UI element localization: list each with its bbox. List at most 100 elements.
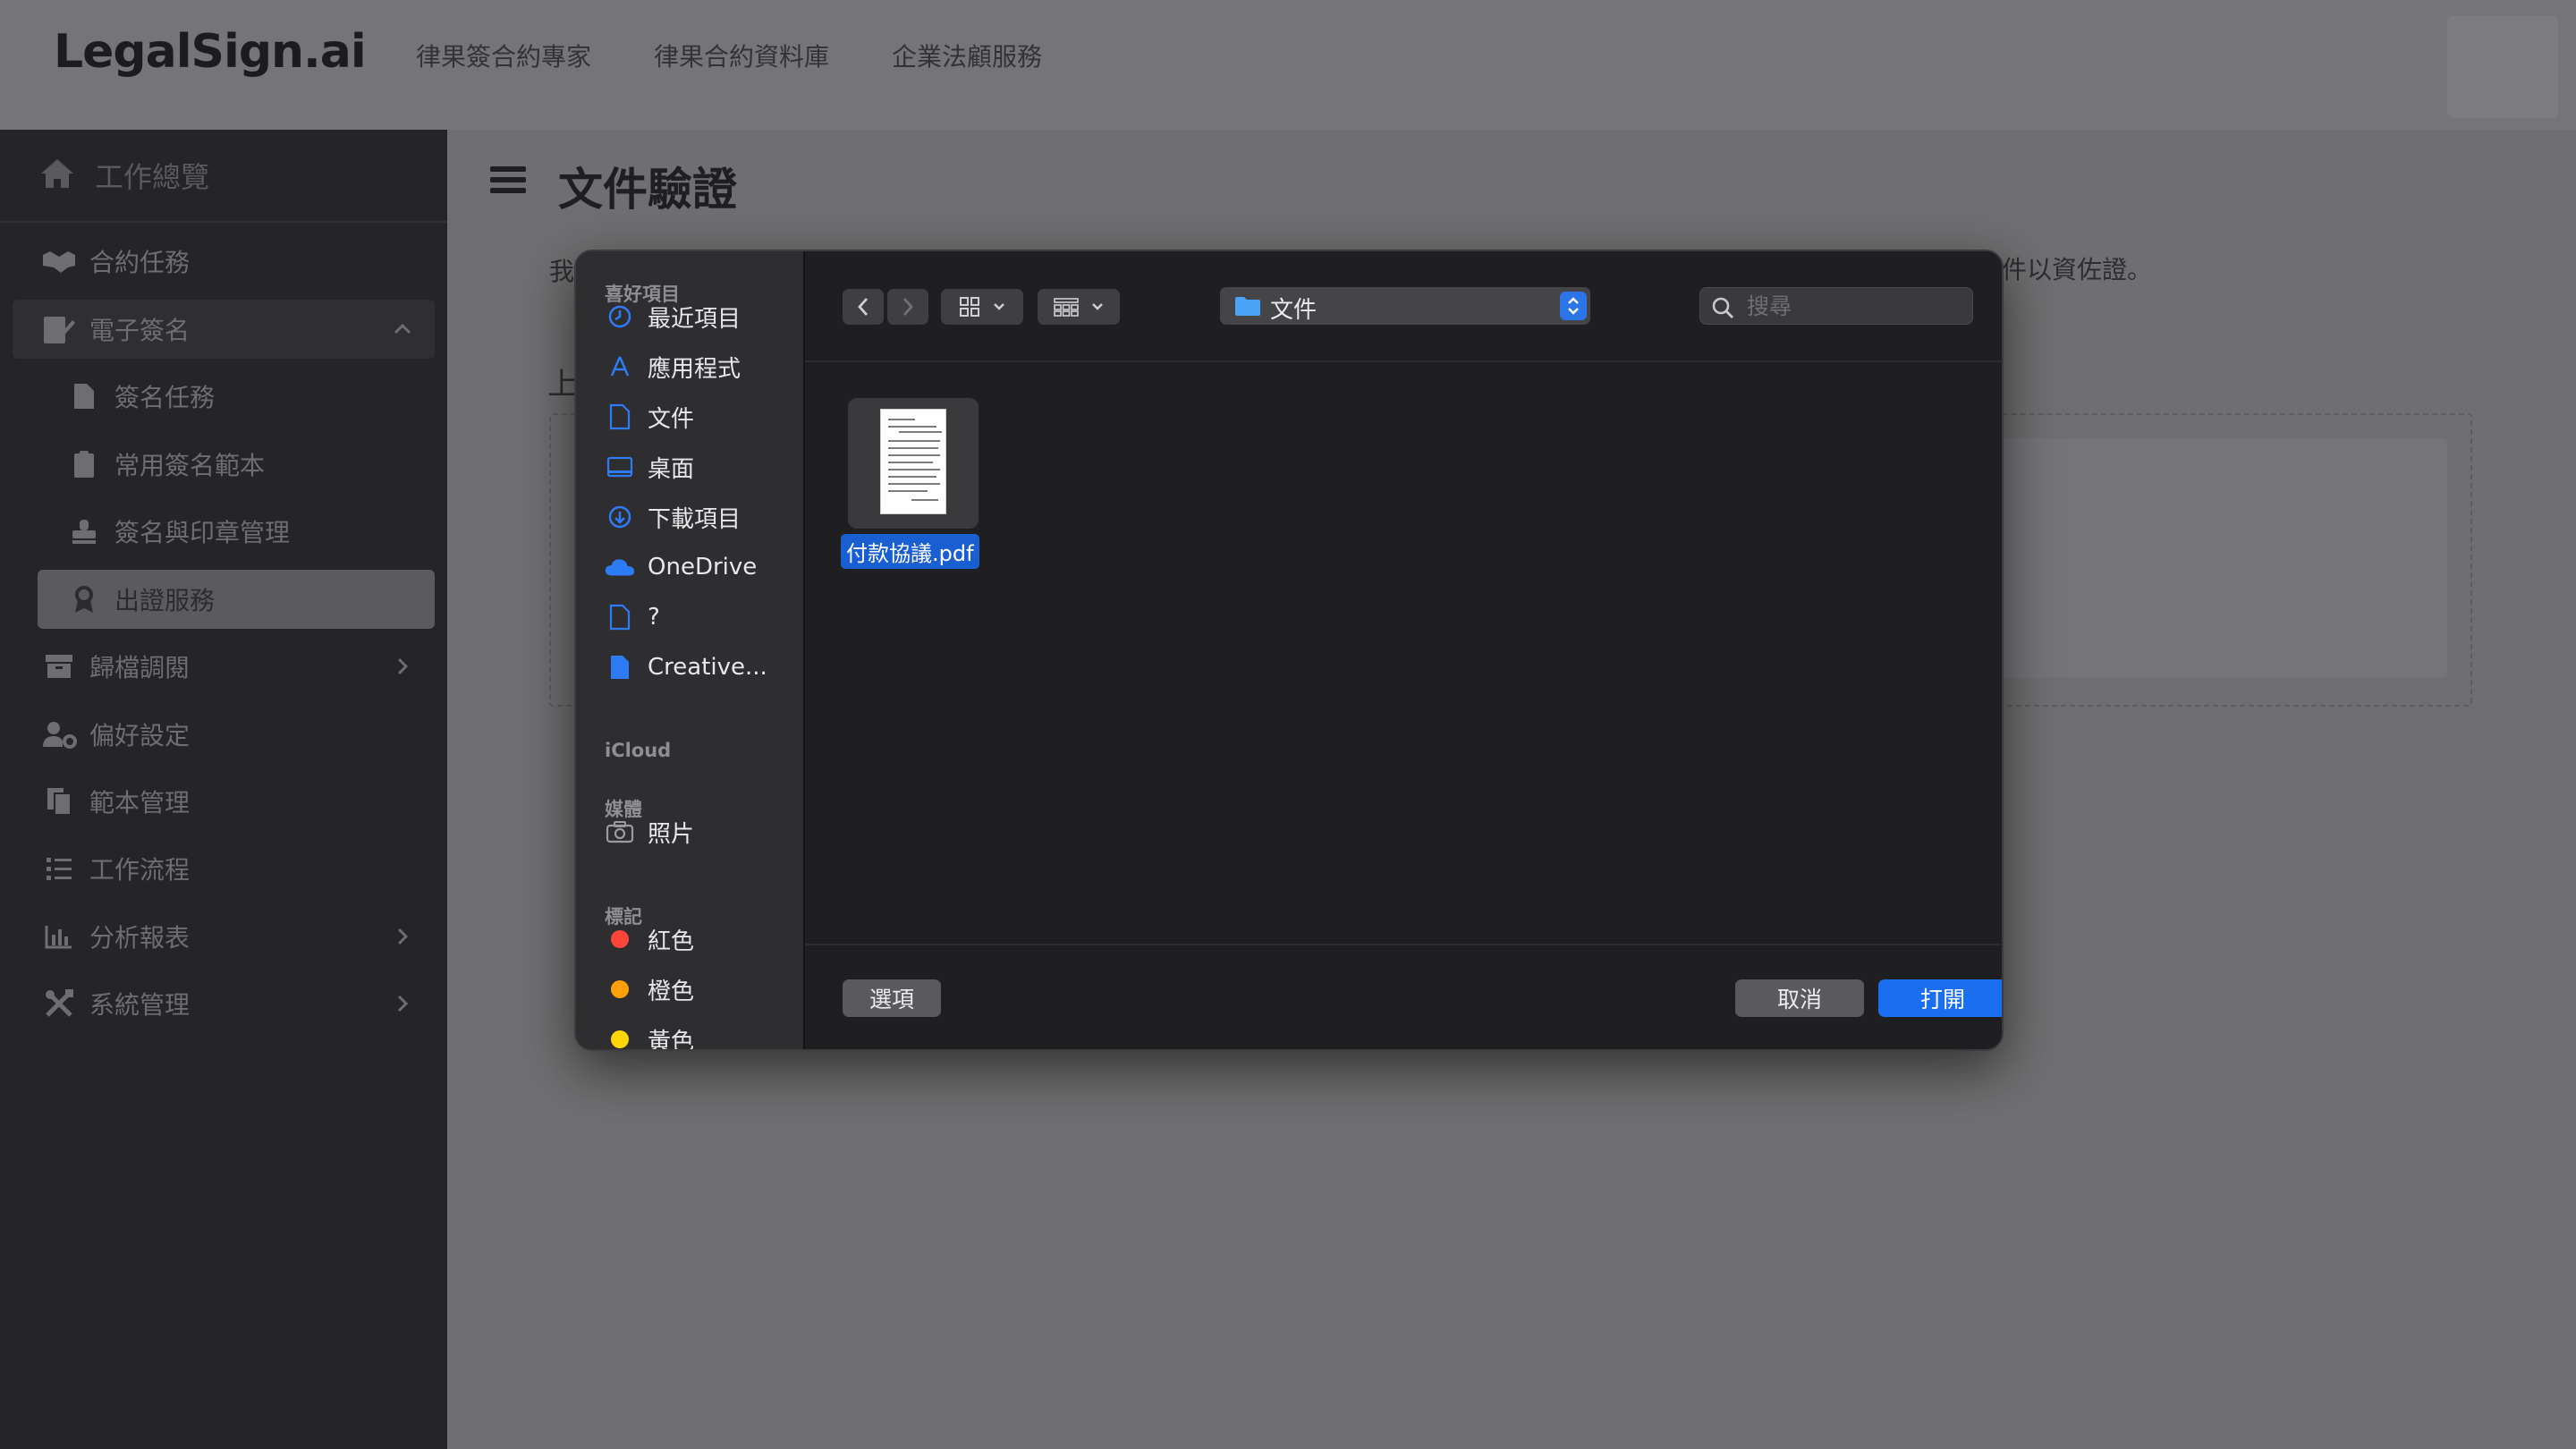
current-folder-label: 文件 xyxy=(1270,297,1318,324)
document-filled-icon xyxy=(605,652,635,682)
desktop-icon xyxy=(605,452,635,482)
app-store-icon xyxy=(605,352,635,382)
sidebar-item-label: 出證服務 xyxy=(114,586,216,615)
sidebar-tag-orange[interactable]: 橙色 xyxy=(605,969,694,1010)
sidebar-item-label: 歸檔調閱 xyxy=(89,653,191,682)
dialog-main: 文件 搜尋 付款協議.pdf 選項 取消 打開 xyxy=(805,251,2002,1049)
back-button[interactable] xyxy=(843,289,884,325)
signature-icon xyxy=(41,311,77,347)
top-header: LegalSign.ai 律果簽合約專家 律果合約資料庫 企業法顧服務 xyxy=(0,0,2576,130)
sidebar-item-preferences[interactable]: 偏好設定 xyxy=(0,705,447,764)
sidebar-item-downloads[interactable]: 下載項目 xyxy=(605,496,741,538)
sidebar-item-system-management[interactable]: 系統管理 xyxy=(0,974,447,1033)
cloud-icon xyxy=(605,552,635,582)
sidebar-item-photos[interactable]: 照片 xyxy=(605,811,694,852)
dialog-toolbar: 文件 xyxy=(805,251,2002,362)
list-icon xyxy=(41,851,77,886)
stamp-icon xyxy=(66,513,102,549)
folder-location-select[interactable]: 文件 xyxy=(1220,287,1590,325)
sidebar-item-label: 簽名與印章管理 xyxy=(114,518,291,547)
sidebar-item-unknown-folder[interactable]: ? xyxy=(605,597,660,638)
sidebar-item-label: 範本管理 xyxy=(89,788,191,818)
options-button[interactable]: 選項 xyxy=(843,979,941,1017)
cancel-button[interactable]: 取消 xyxy=(1735,979,1864,1017)
hamburger-menu-icon[interactable] xyxy=(490,166,526,199)
sidebar-tag-yellow[interactable]: 黃色 xyxy=(605,1019,694,1049)
page-description-start: 我 xyxy=(549,257,575,286)
sidebar-item-label: 常用簽名範本 xyxy=(114,451,266,480)
file-thumbnail xyxy=(848,398,979,529)
app-logo[interactable]: LegalSign.ai xyxy=(54,25,367,79)
top-nav: 律果簽合約專家 律果合約資料庫 企業法顧服務 xyxy=(416,38,1042,73)
group-by-button[interactable] xyxy=(1038,289,1120,325)
folder-icon xyxy=(1234,295,1261,320)
sidebar-item-applications[interactable]: 應用程式 xyxy=(605,346,741,387)
sidebar-item-label: 電子簽名 xyxy=(89,316,191,345)
sidebar-item-signature-templates[interactable]: 常用簽名範本 xyxy=(0,435,447,494)
sidebar-item-workflow[interactable]: 工作流程 xyxy=(0,839,447,898)
sidebar-tag-red[interactable]: 紅色 xyxy=(605,919,694,960)
clock-icon xyxy=(605,301,635,332)
sidebar-item-label: 工作流程 xyxy=(89,855,191,885)
camera-icon xyxy=(605,817,635,847)
chevron-right-icon xyxy=(392,656,413,677)
chevron-down-icon xyxy=(1092,303,1103,310)
sidebar-item-signature-stamp-management[interactable]: 簽名與印章管理 xyxy=(0,502,447,561)
user-menu-area[interactable] xyxy=(2447,16,2558,118)
sidebar-item-label: 偏好設定 xyxy=(89,721,191,750)
sidebar-item-contract-tasks[interactable]: 合約任務 xyxy=(0,232,447,291)
search-input[interactable] xyxy=(1747,292,1962,320)
sidebar-item-signature-tasks[interactable]: 簽名任務 xyxy=(0,367,447,426)
file-open-dialog: 喜好項目 最近項目 應用程式 文件 桌面 下載項目 OneDrive ? Cre… xyxy=(574,250,2004,1051)
sidebar-item-archive[interactable]: 歸檔調閱 xyxy=(0,637,447,696)
sidebar-item-template-management[interactable]: 範本管理 xyxy=(0,772,447,831)
section-icloud: iCloud xyxy=(605,740,672,761)
dialog-sidebar: 喜好項目 最近項目 應用程式 文件 桌面 下載項目 OneDrive ? Cre… xyxy=(576,251,805,1049)
handshake-icon xyxy=(41,243,77,279)
open-button[interactable]: 打開 xyxy=(1878,979,2002,1017)
sidebar: 工作總覽 合約任務 電子簽名 簽名任務 常用簽名範本 簽名與印章管理 出證服務 … xyxy=(0,130,447,1449)
file-name-label: 付款協議.pdf xyxy=(841,534,979,569)
page-title: 文件驗證 xyxy=(558,164,737,216)
up-down-chevron-icon xyxy=(1560,292,1587,320)
group-icon xyxy=(1054,298,1079,317)
file-browser-area: 付款協議.pdf xyxy=(805,364,2002,924)
document-icon xyxy=(605,602,635,632)
sidebar-item-analytics[interactable]: 分析報表 xyxy=(0,907,447,966)
search-icon xyxy=(1711,296,1734,323)
sidebar-item-label: 合約任務 xyxy=(89,248,191,277)
sidebar-item-documents[interactable]: 文件 xyxy=(605,396,694,437)
sidebar-item-certification-service[interactable]: 出證服務 xyxy=(38,570,435,629)
nav-link-contract-expert[interactable]: 律果簽合約專家 xyxy=(416,38,591,73)
sidebar-item-dashboard[interactable]: 工作總覽 xyxy=(0,130,447,223)
tools-icon xyxy=(41,986,77,1021)
orange-tag-dot-icon xyxy=(605,974,635,1004)
chevron-right-icon xyxy=(392,993,413,1014)
pdf-page-preview-icon xyxy=(880,409,946,514)
red-tag-dot-icon xyxy=(605,924,635,954)
sidebar-item-onedrive[interactable]: OneDrive xyxy=(605,547,757,588)
user-gear-icon xyxy=(41,716,77,752)
search-field[interactable] xyxy=(1699,287,1973,325)
sidebar-item-label: 系統管理 xyxy=(89,990,191,1020)
chevron-right-icon xyxy=(392,926,413,947)
document-icon xyxy=(66,378,102,414)
nav-link-contract-database[interactable]: 律果合約資料庫 xyxy=(654,38,829,73)
award-icon xyxy=(66,581,102,617)
sidebar-item-desktop[interactable]: 桌面 xyxy=(605,446,694,487)
nav-link-legal-services[interactable]: 企業法顧服務 xyxy=(892,38,1042,73)
page-description-end: 件以資佐證。 xyxy=(2002,255,2153,284)
files-icon xyxy=(41,784,77,819)
forward-button[interactable] xyxy=(887,289,928,325)
chevron-left-icon xyxy=(858,298,869,316)
sidebar-item-e-signature[interactable]: 電子簽名 xyxy=(13,300,435,359)
sidebar-item-label: 工作總覽 xyxy=(95,160,210,194)
home-icon xyxy=(39,157,75,193)
sidebar-item-recents[interactable]: 最近項目 xyxy=(605,296,741,337)
chevron-down-icon xyxy=(994,303,1004,310)
grid-view-icon xyxy=(960,297,979,317)
sidebar-item-creative-cloud[interactable]: Creative... xyxy=(605,647,767,688)
bar-chart-icon xyxy=(41,919,77,954)
sidebar-item-label: 簽名任務 xyxy=(114,383,216,412)
view-mode-button[interactable] xyxy=(941,289,1023,325)
